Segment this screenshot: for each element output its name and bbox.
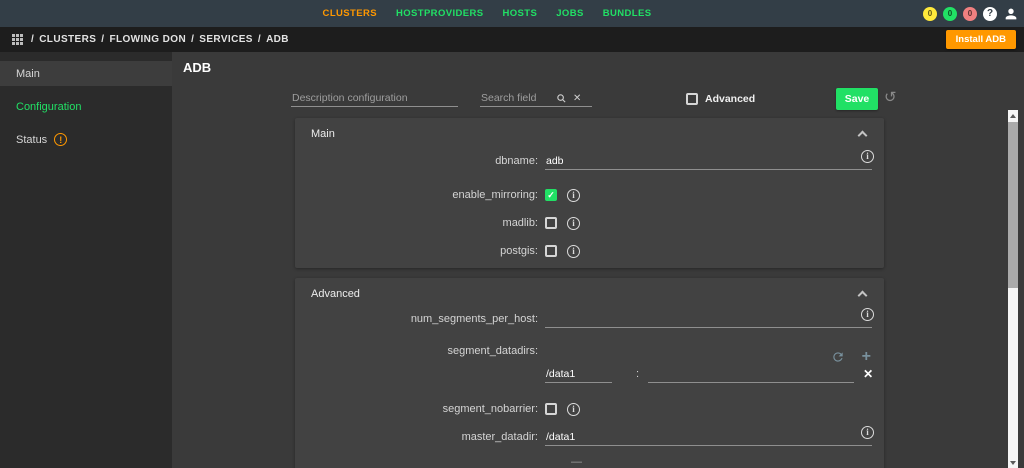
adcm-app-window: CLUSTERS HOSTPROVIDERS HOSTS JOBS BUNDLE… xyxy=(0,0,1024,468)
search-icon xyxy=(556,93,567,104)
jobs-failed-badge[interactable]: 0 xyxy=(963,6,977,21)
account-icon[interactable] xyxy=(1003,6,1019,22)
top-navigation-bar: CLUSTERS HOSTPROVIDERS HOSTS JOBS BUNDLE… xyxy=(0,0,1024,27)
search-input[interactable] xyxy=(480,90,556,106)
install-adb-button[interactable]: Install ADB xyxy=(945,30,1016,49)
field-segment-nobarrier: segment_nobarrier: ✓ i xyxy=(295,398,884,420)
nav-hostproviders[interactable]: HOSTPROVIDERS xyxy=(396,8,484,19)
datadir-key-input[interactable] xyxy=(545,365,612,383)
breadcrumb-services[interactable]: SERVICES xyxy=(199,34,253,45)
scrollbar-thumb[interactable] xyxy=(1008,122,1018,288)
jobs-success-badge[interactable]: 0 xyxy=(943,6,957,21)
info-icon[interactable]: i xyxy=(861,425,874,439)
apps-grid-icon[interactable] xyxy=(12,34,23,45)
info-icon[interactable]: i xyxy=(861,149,874,163)
sidebar-item-configuration[interactable]: Configuration xyxy=(0,94,172,119)
help-icon[interactable]: ? xyxy=(983,6,997,21)
field-dbname: dbname: i xyxy=(295,149,884,172)
remove-entry-icon[interactable]: ✕ xyxy=(863,368,873,380)
advanced-checkbox[interactable]: ✓ xyxy=(686,93,698,105)
service-sidebar: Main Configuration Status ! xyxy=(0,52,172,468)
breadcrumb-separator: / xyxy=(257,34,262,45)
clear-search-icon[interactable]: ✕ xyxy=(573,93,581,104)
breadcrumb-separator: / xyxy=(31,34,35,45)
madlib-checkbox[interactable]: ✓ xyxy=(545,217,557,229)
field-madlib: madlib: ✓ i xyxy=(295,212,884,234)
breadcrumb-separator: / xyxy=(101,34,105,45)
breadcrumb: / CLUSTERS / FLOWING DON / SERVICES / AD… xyxy=(31,34,289,45)
key-value-colon: : xyxy=(636,368,640,380)
field-label: dbname: xyxy=(495,155,538,167)
breadcrumb-clusters[interactable]: CLUSTERS xyxy=(39,34,96,45)
field-postgis: postgis: ✓ i xyxy=(295,240,884,262)
group-title: Advanced xyxy=(311,288,360,300)
dbname-input[interactable] xyxy=(545,152,872,170)
history-icon[interactable]: ↺ xyxy=(884,90,897,105)
jobs-running-badge[interactable]: 0 xyxy=(923,6,937,21)
collapse-chevron-icon[interactable] xyxy=(857,130,868,141)
breadcrumb-service-adb[interactable]: ADB xyxy=(266,34,289,45)
nav-bundles[interactable]: BUNDLES xyxy=(603,8,652,19)
search-field: ✕ xyxy=(480,90,592,107)
breadcrumb-separator: / xyxy=(191,34,195,45)
group-title: Main xyxy=(311,128,335,140)
scroll-down-icon[interactable] xyxy=(1008,457,1018,468)
field-label: segment_datadirs: xyxy=(447,345,539,357)
advanced-label: Advanced xyxy=(705,93,756,105)
nav-clusters[interactable]: CLUSTERS xyxy=(323,8,377,19)
info-icon[interactable]: i xyxy=(567,402,580,416)
sidebar-item-label: Status xyxy=(16,133,48,146)
field-enable-mirroring: enable_mirroring: ✓ i xyxy=(295,184,884,206)
next-row-marker: — xyxy=(571,456,582,468)
configuration-panel: ADB ✕ ✓ Advanced Save ↺ Main dbname: i xyxy=(172,52,1024,468)
config-group-advanced: Advanced num_segments_per_host: i segmen… xyxy=(295,278,884,468)
description-configuration-input[interactable] xyxy=(291,90,458,107)
collapse-chevron-icon[interactable] xyxy=(857,290,868,301)
field-label: madlib: xyxy=(502,217,538,229)
breadcrumb-cluster-name[interactable]: FLOWING DON xyxy=(109,34,186,45)
scroll-up-icon[interactable] xyxy=(1008,110,1018,121)
field-label: segment_nobarrier: xyxy=(442,403,538,415)
segment-nobarrier-checkbox[interactable]: ✓ xyxy=(545,403,557,415)
master-datadir-input[interactable] xyxy=(545,428,872,446)
field-label: master_datadir: xyxy=(461,431,538,443)
config-group-main: Main dbname: i enable_mirroring: ✓ i mad… xyxy=(295,118,884,268)
add-entry-icon[interactable]: + xyxy=(862,349,871,365)
field-label: postgis: xyxy=(500,245,538,257)
sidebar-item-status[interactable]: Status ! xyxy=(0,127,172,152)
info-icon[interactable]: i xyxy=(861,307,874,321)
sidebar-item-label: Main xyxy=(16,67,40,80)
field-num-segments-per-host: num_segments_per_host: i xyxy=(295,307,884,330)
nav-hosts[interactable]: HOSTS xyxy=(503,8,538,19)
advanced-toggle[interactable]: ✓ Advanced xyxy=(686,93,755,105)
vertical-scrollbar[interactable] xyxy=(1008,110,1018,468)
info-icon[interactable]: i xyxy=(567,188,580,202)
breadcrumb-bar: / CLUSTERS / FLOWING DON / SERVICES / AD… xyxy=(0,27,1024,52)
nav-jobs[interactable]: JOBS xyxy=(556,8,583,19)
sidebar-item-label: Configuration xyxy=(16,100,82,113)
sidebar-item-main[interactable]: Main xyxy=(0,61,172,86)
save-button[interactable]: Save xyxy=(836,88,878,110)
info-icon[interactable]: i xyxy=(567,244,580,258)
status-warning-icon: ! xyxy=(54,133,68,146)
num-segments-per-host-input[interactable] xyxy=(545,310,872,328)
field-segment-datadirs: segment_datadirs: + xyxy=(295,340,884,365)
postgis-checkbox[interactable]: ✓ xyxy=(545,245,557,257)
field-label: num_segments_per_host: xyxy=(410,313,538,325)
topnav-right-icons: 0 0 0 ? xyxy=(923,0,1019,27)
page-title: ADB xyxy=(183,60,212,75)
segment-datadirs-entry: : ✕ xyxy=(295,363,884,385)
main-menu: CLUSTERS HOSTPROVIDERS HOSTS JOBS BUNDLE… xyxy=(323,0,652,27)
datadir-value-input[interactable] xyxy=(648,365,855,383)
field-label: enable_mirroring: xyxy=(452,189,538,201)
field-master-datadir: master_datadir: i xyxy=(295,425,884,448)
enable-mirroring-checkbox[interactable]: ✓ xyxy=(545,189,557,201)
info-icon[interactable]: i xyxy=(567,216,580,230)
